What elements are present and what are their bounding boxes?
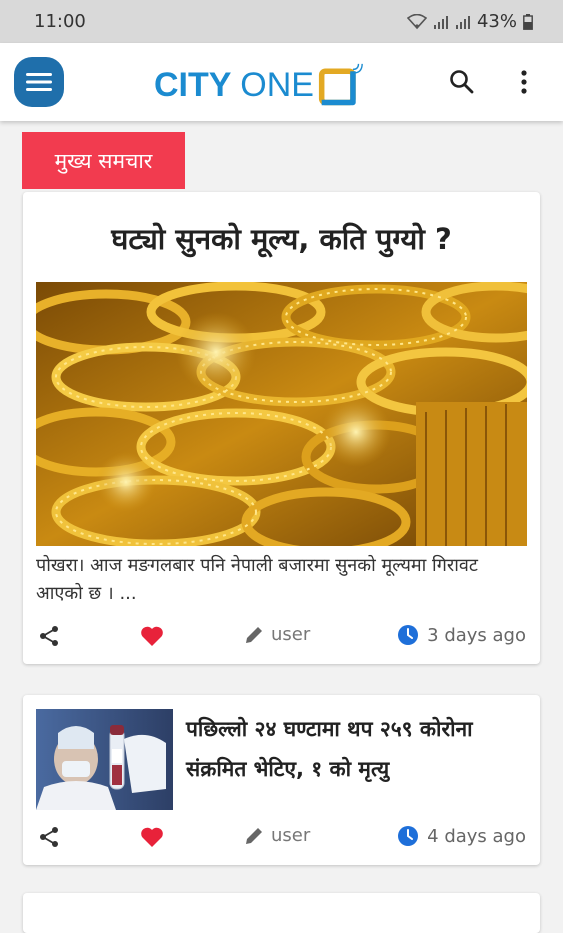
heart-icon	[141, 827, 163, 847]
more-options-button[interactable]	[519, 69, 529, 99]
pencil-icon	[246, 626, 262, 643]
article-meta: user 4 days ago	[23, 823, 540, 853]
like-button[interactable]	[140, 826, 164, 852]
share-icon	[40, 626, 58, 646]
article-author[interactable]: user	[244, 624, 310, 645]
battery-icon	[523, 13, 533, 30]
logo-text: CITY ONE	[154, 66, 314, 105]
menu-button[interactable]	[14, 57, 64, 107]
like-button[interactable]	[140, 625, 164, 651]
heart-icon	[141, 626, 163, 646]
time-ago: 3 days ago	[427, 624, 526, 646]
app-bar: CITY ONE	[0, 43, 563, 121]
status-bar: 11:00 43%	[0, 0, 563, 43]
featured-article-excerpt: पोखरा। आज मङगलबार पनि नेपाली बजारमा सुनक…	[36, 555, 478, 604]
featured-article-meta: user 3 days ago	[23, 622, 540, 652]
article-time: 3 days ago	[397, 624, 526, 646]
share-button[interactable]	[38, 625, 60, 651]
next-article-card[interactable]	[23, 893, 540, 933]
status-icons: 43%	[406, 11, 533, 32]
featured-article-card[interactable]: घट्यो सुनको मूल्य, कति पुग्यो ? पोखरा। आ…	[23, 192, 540, 664]
search-button[interactable]	[449, 69, 475, 99]
logo-emblem-icon	[318, 63, 363, 106]
search-icon	[450, 70, 474, 94]
signal-icon	[433, 15, 448, 29]
lab-test-image	[36, 709, 173, 810]
status-time: 11:00	[34, 11, 86, 32]
article-title[interactable]: पछिल्लो २४ घण्टामा थप २५९ कोरोना संक्रमि…	[186, 709, 531, 789]
article-time: 4 days ago	[397, 825, 526, 847]
share-icon	[40, 827, 58, 847]
pencil-icon	[246, 827, 262, 844]
signal-icon-2	[455, 15, 470, 29]
battery-percent: 43%	[476, 11, 517, 32]
gold-bangles-image	[36, 282, 527, 546]
app-logo[interactable]: CITY ONE	[154, 63, 364, 107]
article-author[interactable]: user	[244, 825, 310, 846]
clock-icon	[398, 625, 419, 645]
more-vertical-icon	[521, 70, 527, 94]
author-name: user	[271, 825, 311, 846]
article-thumbnail[interactable]	[36, 709, 173, 810]
clock-icon	[398, 826, 419, 846]
featured-article-image[interactable]	[36, 282, 527, 546]
time-ago: 4 days ago	[427, 825, 526, 847]
featured-article-title[interactable]: घट्यो सुनको मूल्य, कति पुग्यो ?	[23, 219, 540, 258]
hamburger-menu-icon	[26, 73, 52, 91]
share-button[interactable]	[38, 826, 60, 852]
section-title-tag[interactable]: मुख्य समचार	[22, 132, 185, 189]
logo-light: ONE	[240, 65, 314, 104]
logo-bold: CITY	[154, 65, 231, 104]
author-name: user	[271, 624, 311, 645]
wifi-icon	[406, 13, 427, 29]
article-card[interactable]: पछिल्लो २४ घण्टामा थप २५९ कोरोना संक्रमि…	[23, 695, 540, 865]
